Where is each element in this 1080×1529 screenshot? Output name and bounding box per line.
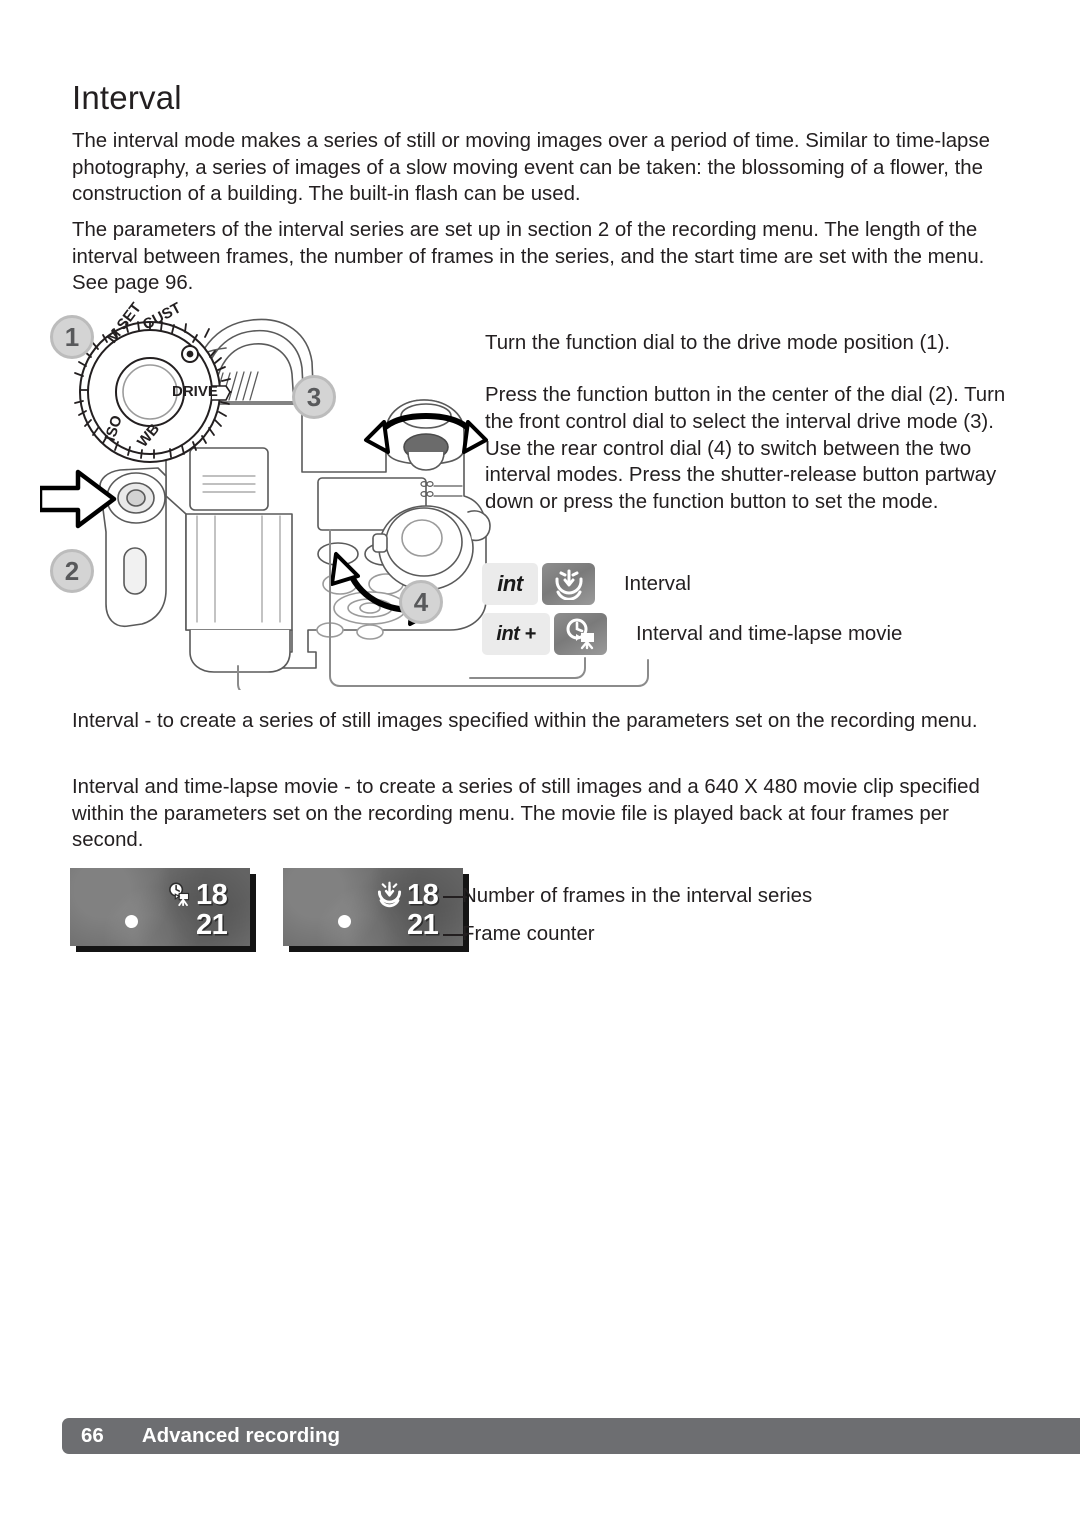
- dial-label-drive: DRIVE: [172, 383, 218, 400]
- paragraph-intro: The interval mode makes a series of stil…: [72, 130, 990, 206]
- paragraph-timelapse-definition: Interval and time-lapse movie - to creat…: [72, 776, 980, 852]
- callout-2: 2: [50, 549, 94, 593]
- callout-4: 4: [399, 580, 443, 624]
- footer-page-number: 66: [81, 1424, 104, 1447]
- annotation-counter-label: Frame counter: [462, 923, 595, 945]
- page-title: Interval: [72, 79, 182, 117]
- camera-top-view-illustration: M SET CUST DRIVE WB ISO: [40, 300, 510, 690]
- interval-movie-icon: [554, 613, 607, 655]
- instruction-step-1: Turn the function dial to the drive mode…: [485, 332, 951, 355]
- drive-mode-interval-label: Interval: [624, 572, 691, 595]
- lcd-panel-interval-movie: 18 21: [70, 868, 250, 946]
- callout-3: 3: [292, 375, 336, 419]
- interval-timer-icon: [375, 881, 404, 913]
- lcd-counter-value: 21: [407, 909, 439, 941]
- focus-signal-dot: [338, 915, 351, 928]
- instruction-step-2: Press the function button in the center …: [485, 384, 1006, 513]
- lcd-code-int-plus: int +: [482, 613, 550, 655]
- lcd-counter-value: 21: [196, 909, 228, 941]
- interval-movie-icon: [166, 882, 194, 913]
- callout-1: 1: [50, 315, 94, 359]
- drive-mode-timelapse-row: int + Interval and time-lapse movie: [482, 613, 902, 655]
- lcd-frames-value: 18: [196, 879, 228, 911]
- lcd-frames-value: 18: [407, 879, 439, 911]
- annotation-frames-label: Number of frames in the interval series: [462, 885, 813, 907]
- footer-section-title: Advanced recording: [141, 1424, 341, 1447]
- paragraph-parameters: The parameters of the interval series ar…: [72, 219, 985, 295]
- drive-mode-timelapse-label: Interval and time-lapse movie: [636, 622, 903, 645]
- paragraph-interval-definition: Interval - to create a series of still i…: [72, 710, 978, 733]
- page-footer: 66 Advanced recording: [62, 1418, 1080, 1454]
- interval-timer-icon: [542, 563, 595, 605]
- drive-mode-interval-row: int Interval: [482, 563, 691, 605]
- document-page: Interval The interval mode makes a serie…: [0, 0, 1080, 1529]
- focus-signal-dot: [125, 915, 138, 928]
- lcd-panel-interval: 18 21: [283, 868, 463, 946]
- lcd-code-int: int: [482, 563, 538, 605]
